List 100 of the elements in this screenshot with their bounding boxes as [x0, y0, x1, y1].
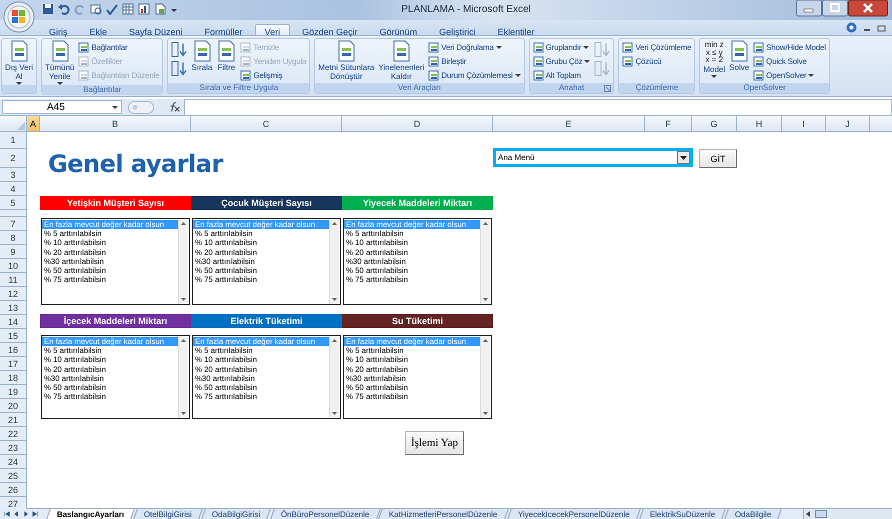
ribbon-button[interactable]: Solve [728, 40, 750, 72]
column-header[interactable]: G [692, 116, 737, 131]
row-header[interactable]: 10 [0, 259, 26, 273]
ribbon-tab[interactable]: Geliştirici [429, 24, 486, 35]
ribbon-button[interactable]: Çözücü [621, 54, 692, 68]
ribbon-button[interactable]: Grubu Çöz [532, 54, 592, 68]
column-header[interactable]: F [645, 116, 692, 131]
horizontal-scrollbar[interactable] [803, 509, 892, 519]
row-header[interactable]: 16 [0, 343, 26, 357]
ribbon-button[interactable]: Metni Sütunlara Dönüştür [317, 40, 376, 81]
document-icon[interactable] [154, 3, 166, 15]
row-header[interactable]: 8 [0, 231, 26, 245]
row-header[interactable]: 4 [0, 182, 26, 196]
sheet-tab[interactable]: OdaBilgiGirisi [202, 509, 272, 519]
row-header[interactable]: 11 [0, 273, 26, 287]
print-preview-icon[interactable] [90, 3, 102, 15]
ribbon-button[interactable]: Dış Veri Al [4, 40, 34, 85]
sheet-tab[interactable]: OdaBilgile [724, 509, 782, 519]
scrollbar[interactable] [178, 336, 189, 418]
row-header[interactable]: 25 [0, 469, 26, 483]
column-header[interactable]: A [27, 116, 40, 131]
ribbon-button[interactable]: min z x ≤ y x = 2 Model [702, 40, 726, 78]
ribbon-tab[interactable]: Ekle [80, 24, 118, 35]
undo-icon[interactable] [58, 3, 70, 15]
sheet-tab[interactable]: BaslangıcAyarları [46, 509, 136, 519]
row-header[interactable]: 20 [0, 399, 26, 413]
row-header[interactable]: 13 [0, 301, 26, 315]
ribbon-tab[interactable]: Görünüm [370, 24, 428, 35]
spelling-icon[interactable] [106, 3, 118, 15]
scrollbar[interactable] [480, 336, 491, 418]
ribbon-button[interactable]: Sırala [190, 40, 214, 72]
scrollbar[interactable] [480, 219, 491, 304]
ribbon-tab[interactable]: Veri [254, 24, 290, 35]
column-header[interactable]: I [782, 116, 826, 131]
column-header[interactable]: J [826, 116, 870, 131]
sort-icon[interactable] [170, 59, 188, 78]
ribbon-button[interactable]: Quick Solve [752, 54, 827, 68]
column-header[interactable]: D [342, 116, 493, 131]
row-header[interactable]: 7 [0, 217, 26, 231]
save-icon[interactable] [42, 3, 54, 15]
ribbon-button[interactable]: OpenSolver [752, 68, 827, 82]
sheet-tab[interactable]: OtelBilgiGirisi [133, 509, 204, 519]
minimize-button[interactable] [796, 0, 822, 17]
menu-dropdown[interactable]: Ana Menü [493, 148, 693, 167]
sheet-tab[interactable]: YiyecekIcecekPersonelDüzenle [506, 509, 640, 519]
first-sheet-icon[interactable] [4, 510, 10, 518]
ribbon-tab[interactable]: Formüller [194, 24, 253, 35]
ribbon-button[interactable]: Veri Doğrulama [427, 40, 522, 54]
row-header[interactable]: 14 [0, 315, 26, 329]
ribbon-button[interactable]: Tümünü Yenile [44, 40, 76, 85]
run-button[interactable]: İşlemi Yap [405, 431, 464, 455]
row-header[interactable]: 5 [0, 196, 26, 210]
ribbon-tab[interactable]: Gözden Geçir [292, 24, 368, 35]
ribbon-button[interactable]: Gruplandır [532, 40, 592, 54]
sheet-tab[interactable]: ÖnBüroPersonelDüzenle [270, 509, 380, 519]
ribbon-button[interactable]: Veri Çözümleme [621, 40, 692, 54]
row-header[interactable]: 23 [0, 441, 26, 455]
close-button[interactable] [848, 0, 888, 17]
previous-sheet-icon[interactable] [13, 510, 20, 518]
row-header[interactable]: 9 [0, 245, 26, 259]
scroll-thumb-icon[interactable] [815, 510, 827, 518]
scrollbar[interactable] [329, 219, 340, 304]
column-header[interactable]: E [493, 116, 645, 131]
table-icon[interactable] [122, 3, 134, 15]
restore-icon[interactable] [877, 24, 886, 32]
sort-icon[interactable] [170, 40, 188, 59]
column-header[interactable]: C [191, 116, 342, 131]
row-header[interactable]: 3 [0, 168, 26, 182]
ribbon-button[interactable]: Yinelenenleri Kaldır [377, 40, 426, 81]
name-box[interactable]: A45 [2, 100, 122, 114]
row-header[interactable]: 19 [0, 385, 26, 399]
ribbon-button[interactable]: Alt Toplam [532, 68, 592, 82]
function-icon[interactable] [168, 101, 182, 113]
help-icon[interactable] [846, 22, 857, 33]
scroll-left-icon[interactable] [804, 510, 812, 518]
scrollbar[interactable] [178, 219, 189, 304]
ribbon-button[interactable]: Gelişmiş [239, 68, 308, 82]
row-header[interactable]: 15 [0, 329, 26, 343]
ribbon-button[interactable]: Birleştir [427, 54, 522, 68]
ribbon-button[interactable]: Bağlantılar [77, 40, 160, 54]
ribbon-tab[interactable]: Sayfa Düzeni [119, 24, 193, 35]
sheet-tab[interactable]: KatHizmetleriPersonelDüzenle [378, 509, 509, 519]
ribbon-button[interactable]: Filtre [215, 40, 238, 72]
row-header[interactable]: 26 [0, 483, 26, 497]
row-header[interactable]: 21 [0, 413, 26, 427]
sheet-tab[interactable]: ElektrikSuDüzenle [638, 509, 726, 519]
row-header[interactable]: 2 [0, 149, 26, 168]
go-button[interactable]: GİT [699, 149, 737, 168]
formula-input[interactable] [184, 98, 892, 116]
last-sheet-icon[interactable] [32, 510, 38, 518]
ribbon-button[interactable]: Show/Hide Model [752, 40, 827, 54]
ribbon-button[interactable]: Durum Çözümlemesi [427, 68, 522, 82]
row-header[interactable]: 17 [0, 357, 26, 371]
chart-icon[interactable] [138, 3, 150, 15]
row-header[interactable]: 22 [0, 427, 26, 441]
ribbon-tab[interactable]: Eklentiler [488, 24, 545, 35]
row-header[interactable]: 1 [0, 132, 26, 149]
next-sheet-icon[interactable] [22, 510, 29, 518]
row-header[interactable]: 12 [0, 287, 26, 301]
maximize-button[interactable] [822, 0, 848, 17]
